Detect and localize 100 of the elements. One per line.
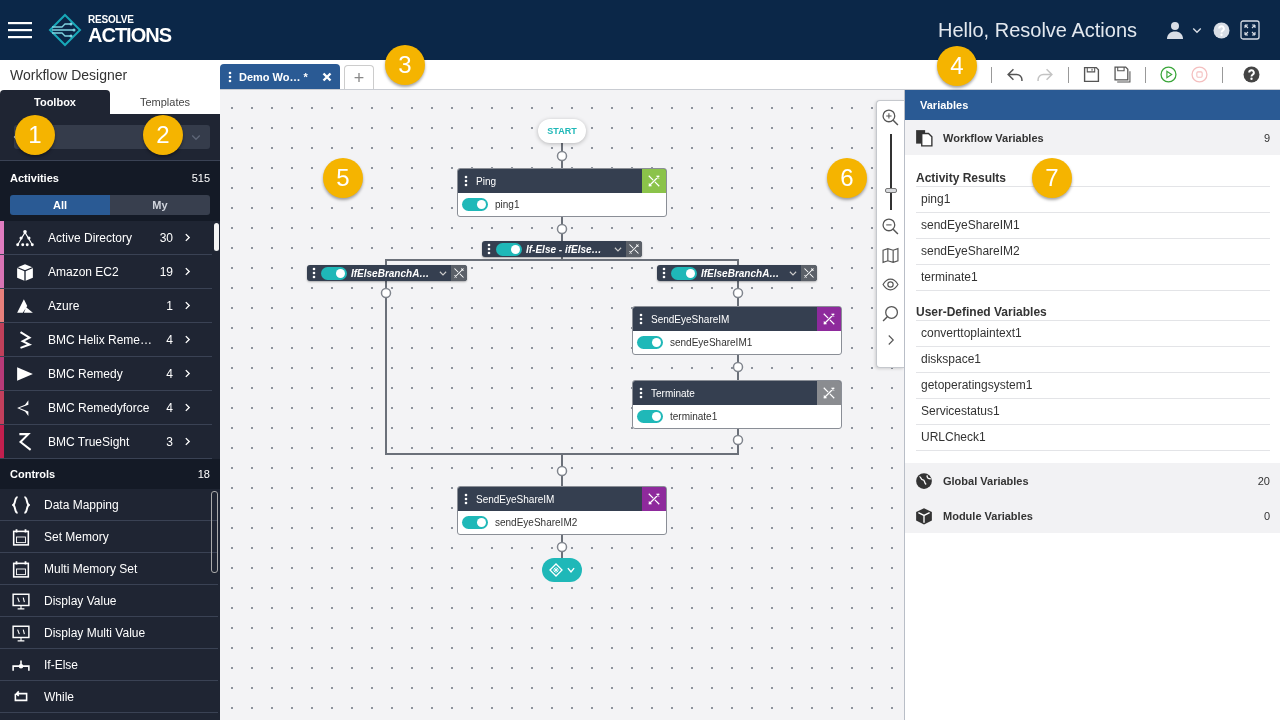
toggle-switch[interactable] [496, 242, 522, 256]
activity-node[interactable]: Ping ping1 [457, 168, 667, 217]
help-button[interactable] [1243, 66, 1260, 83]
activity-count: 1 [166, 298, 173, 313]
chevron-right-icon[interactable] [183, 436, 192, 447]
filter-toggle[interactable]: My [110, 195, 210, 215]
variable-item[interactable]: terminate1 [916, 265, 1270, 291]
branch-node[interactable]: IfElseBranchA… [307, 265, 467, 281]
toggle-switch[interactable] [637, 410, 663, 423]
toggle-switch[interactable] [637, 336, 663, 349]
eye-icon[interactable] [882, 276, 899, 293]
chevron-right-icon[interactable] [183, 334, 192, 345]
undo-button[interactable] [1006, 66, 1023, 83]
fullscreen-icon[interactable] [1240, 20, 1260, 40]
tools-button[interactable] [451, 265, 467, 281]
variable-item[interactable]: diskspace1 [916, 347, 1270, 373]
connector-port[interactable] [556, 223, 568, 235]
variables-section[interactable]: Workflow Variables 9 [905, 120, 1280, 155]
chevron-right-icon[interactable] [183, 300, 192, 311]
activity-item[interactable]: BMC Helix Reme… 4 [0, 323, 212, 357]
activity-item[interactable]: BMC Remedyforce 4 [0, 391, 212, 425]
tools-button[interactable] [642, 487, 666, 511]
connector-port[interactable] [556, 150, 568, 162]
toggle-switch[interactable] [671, 266, 697, 280]
variable-item[interactable]: sendEyeShareIM2 [916, 239, 1270, 265]
save-button[interactable] [1083, 66, 1100, 83]
control-item[interactable]: Display Multi Value [0, 617, 218, 649]
search-icon[interactable] [882, 305, 899, 322]
chevron-right-icon[interactable] [183, 266, 192, 277]
activity-count: 30 [159, 230, 173, 245]
activity-node[interactable]: SendEyeShareIM sendEyeShareIM1 [632, 306, 842, 355]
tools-button[interactable] [626, 241, 642, 257]
variable-item[interactable]: converttoplaintext1 [916, 321, 1270, 347]
connector-port[interactable] [732, 434, 744, 446]
scrollbar[interactable] [214, 223, 219, 251]
zoom-out-icon[interactable] [882, 218, 899, 235]
connector-port[interactable] [732, 361, 744, 373]
activity-node[interactable]: SendEyeShareIM sendEyeShareIM2 [457, 486, 667, 535]
section-title: Activities [10, 172, 59, 184]
toggle-switch[interactable] [321, 266, 347, 280]
activity-item[interactable]: Active Directory 30 [0, 221, 212, 255]
toggle-switch[interactable] [462, 198, 488, 211]
activity-name: Azure [48, 298, 81, 313]
drag-handle-icon [228, 70, 232, 83]
control-item[interactable]: If-Else [0, 649, 218, 681]
branch-node[interactable]: If-Else - ifElse… [482, 241, 642, 257]
help-icon[interactable] [1213, 21, 1230, 39]
control-item[interactable]: Multi Memory Set [0, 553, 218, 585]
document-tab[interactable]: Demo Wo… * [220, 64, 340, 89]
activity-count: 4 [166, 332, 173, 347]
activity-item[interactable]: BMC Remedy 4 [0, 357, 212, 391]
zoom-in-icon[interactable] [882, 109, 899, 126]
user-icon[interactable] [1167, 21, 1183, 39]
connector-port[interactable] [556, 541, 568, 553]
tools-button[interactable] [817, 381, 841, 405]
logo-icon[interactable] [48, 13, 82, 47]
tools-icon [628, 243, 640, 255]
chevron-right-icon[interactable] [183, 368, 192, 379]
variable-item[interactable]: URLCheck1 [916, 425, 1270, 451]
variables-section[interactable]: Global Variables 20 [905, 463, 1280, 498]
activity-node[interactable]: Terminate terminate1 [632, 380, 842, 429]
map-icon[interactable] [882, 247, 899, 264]
control-item[interactable]: Data Mapping [0, 489, 218, 521]
control-item[interactable]: Set Memory [0, 521, 218, 553]
drag-handle-icon [312, 267, 316, 279]
menu-icon[interactable] [8, 21, 32, 39]
node-title: Terminate [651, 387, 696, 399]
add-tab-button[interactable]: + [344, 65, 374, 89]
variable-item[interactable]: Servicestatus1 [916, 399, 1270, 425]
control-item[interactable]: While [0, 681, 218, 713]
toggle-switch[interactable] [462, 516, 488, 529]
close-icon[interactable] [322, 71, 332, 82]
caret-icon [788, 268, 798, 278]
scrollbar[interactable] [211, 491, 218, 573]
run-button[interactable] [1160, 66, 1177, 83]
tools-button[interactable] [801, 265, 817, 281]
variable-item[interactable]: getoperatingsystem1 [916, 373, 1270, 399]
control-name: While [44, 689, 75, 704]
connector-port[interactable] [556, 465, 568, 477]
variable-item[interactable]: sendEyeShareIM1 [916, 213, 1270, 239]
filter-toggle[interactable]: All [10, 195, 110, 215]
tools-button[interactable] [817, 307, 841, 331]
activity-item[interactable]: Azure 1 [0, 289, 212, 323]
end-node[interactable] [542, 558, 582, 582]
activity-count: 3 [166, 434, 173, 449]
chevron-right-icon[interactable] [183, 232, 192, 243]
variables-section[interactable]: Module Variables 0 [905, 498, 1280, 533]
activity-item[interactable]: Amazon EC2 19 [0, 255, 212, 289]
monitor-icon [12, 623, 30, 642]
save-as-button[interactable] [1114, 66, 1131, 83]
save-icon [1083, 66, 1100, 83]
page-title: Workflow Designer [0, 60, 220, 90]
connector-port[interactable] [732, 287, 744, 299]
control-item[interactable]: Display Value [0, 585, 218, 617]
activity-name: BMC Remedy [48, 366, 124, 381]
connector-port[interactable] [380, 287, 392, 299]
branch-node[interactable]: IfElseBranchA… [657, 265, 817, 281]
chevron-right-icon[interactable] [183, 402, 192, 413]
sidebar-tab[interactable]: Toolbox [0, 90, 110, 114]
slider-thumb[interactable] [884, 188, 897, 194]
